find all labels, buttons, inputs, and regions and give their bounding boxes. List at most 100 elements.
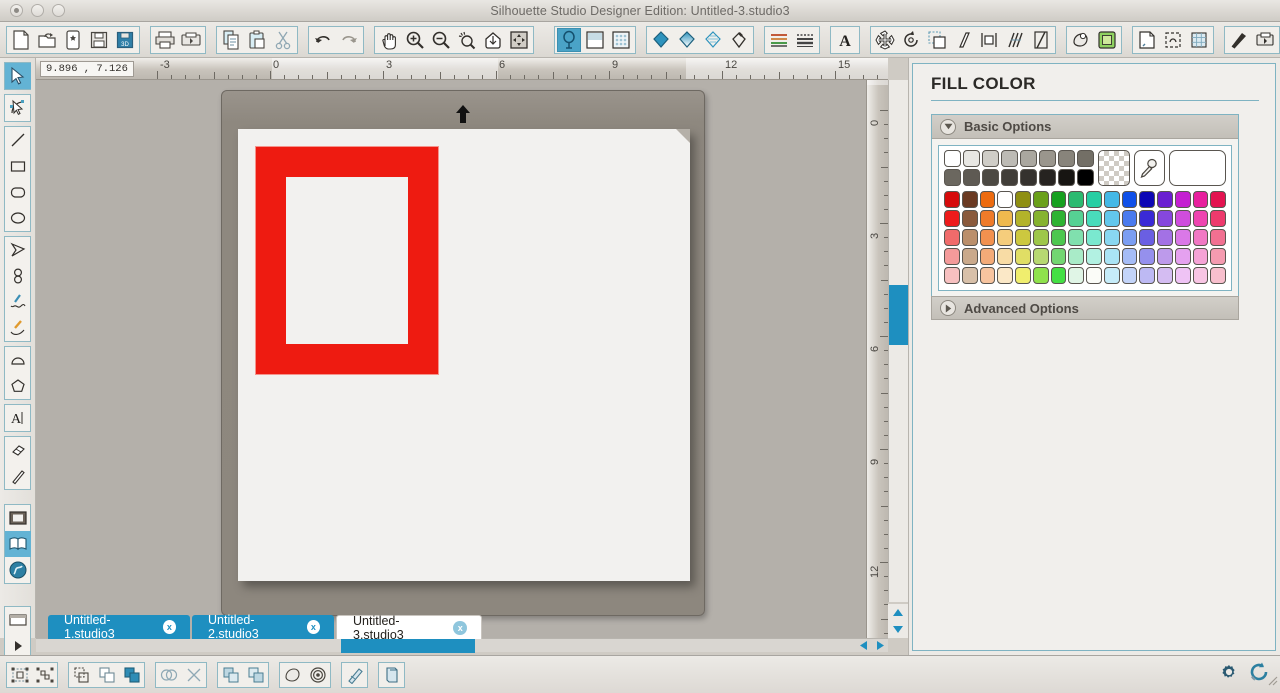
- line-tool-icon[interactable]: [5, 127, 31, 153]
- color-swatch[interactable]: [944, 210, 960, 227]
- color-swatch[interactable]: [1139, 229, 1155, 246]
- color-swatch[interactable]: [997, 210, 1013, 227]
- undo-icon[interactable]: [311, 28, 335, 52]
- redo-icon[interactable]: [337, 28, 361, 52]
- color-swatch[interactable]: [997, 248, 1013, 265]
- ellipse-tool-icon[interactable]: [5, 205, 31, 231]
- scroll-right-button[interactable]: [872, 638, 889, 652]
- nest-icon[interactable]: [1029, 28, 1053, 52]
- make-compound-path-icon[interactable]: [69, 663, 94, 687]
- color-swatch[interactable]: [1174, 191, 1191, 208]
- settings-gear-icon[interactable]: [1218, 661, 1240, 688]
- text-tool-icon[interactable]: A: [5, 405, 31, 431]
- new-document-icon[interactable]: [9, 28, 33, 52]
- color-swatch[interactable]: [1121, 210, 1138, 227]
- cut-settings-icon[interactable]: [583, 28, 607, 52]
- color-swatch[interactable]: [979, 229, 996, 246]
- color-swatch[interactable]: [1174, 229, 1191, 246]
- resize-grip[interactable]: [1264, 672, 1278, 691]
- color-swatch[interactable]: [1103, 210, 1120, 227]
- sketch-style-icon[interactable]: [793, 28, 817, 52]
- color-swatch[interactable]: [944, 229, 960, 246]
- color-swatch[interactable]: [961, 191, 978, 208]
- color-swatch[interactable]: [979, 210, 996, 227]
- color-swatch[interactable]: [944, 267, 960, 284]
- zoom-selection-icon[interactable]: [455, 28, 479, 52]
- color-swatch[interactable]: [997, 191, 1013, 208]
- color-swatch[interactable]: [1192, 210, 1209, 227]
- color-swatch[interactable]: [1068, 248, 1084, 265]
- color-swatch[interactable]: [1020, 169, 1037, 186]
- line-color-icon[interactable]: [727, 28, 751, 52]
- scale-icon[interactable]: [925, 28, 949, 52]
- color-swatch[interactable]: [1210, 229, 1226, 246]
- color-swatch[interactable]: [963, 150, 980, 167]
- smooth-freehand-tool-icon[interactable]: [5, 315, 31, 341]
- rounded-rectangle-tool-icon[interactable]: [5, 179, 31, 205]
- color-swatch[interactable]: [1192, 229, 1209, 246]
- shear-icon[interactable]: [951, 28, 975, 52]
- color-swatch[interactable]: [1039, 150, 1056, 167]
- cut-scissors-icon[interactable]: [271, 28, 295, 52]
- horizontal-ruler[interactable]: 9.896 , 7.126 -3 0 3 6 9 12 15: [36, 58, 888, 80]
- offset-shape-icon[interactable]: [280, 663, 305, 687]
- knife-icon[interactable]: [1227, 28, 1251, 52]
- color-swatch[interactable]: [1121, 229, 1138, 246]
- color-swatch[interactable]: [963, 169, 980, 186]
- offset-icon[interactable]: [1095, 28, 1119, 52]
- move-icon[interactable]: [873, 28, 897, 52]
- scroll-left-button[interactable]: [855, 638, 872, 652]
- scroll-up-button[interactable]: [888, 604, 908, 621]
- color-swatch[interactable]: [1050, 229, 1067, 246]
- select-arrow-icon[interactable]: [5, 63, 31, 89]
- color-swatch[interactable]: [944, 248, 960, 265]
- color-swatch[interactable]: [1077, 150, 1094, 167]
- ungroup-icon[interactable]: [32, 663, 57, 687]
- internal-offset-icon[interactable]: [305, 663, 330, 687]
- align-icon[interactable]: [977, 28, 1001, 52]
- color-swatch[interactable]: [1015, 210, 1031, 227]
- curve-tool-icon[interactable]: [5, 263, 31, 289]
- color-swatch[interactable]: [961, 210, 978, 227]
- color-swatch[interactable]: [997, 267, 1013, 284]
- design-canvas[interactable]: [36, 80, 866, 638]
- color-swatch[interactable]: [1086, 267, 1102, 284]
- color-swatch[interactable]: [1174, 248, 1191, 265]
- color-swatch[interactable]: [1001, 150, 1018, 167]
- color-swatch[interactable]: [961, 267, 978, 284]
- fit-to-window-icon[interactable]: [507, 28, 531, 52]
- sketch-pen-icon[interactable]: [342, 663, 367, 687]
- tab-untitled-2[interactable]: Untitled-2.studio3 x: [192, 613, 334, 641]
- paste-icon[interactable]: [245, 28, 269, 52]
- color-swatch[interactable]: [1157, 267, 1173, 284]
- color-swatch[interactable]: [1103, 267, 1120, 284]
- send-view-icon[interactable]: [5, 607, 31, 633]
- store-view-icon[interactable]: [5, 557, 31, 583]
- design-page-icon[interactable]: [557, 27, 581, 52]
- color-swatch[interactable]: [1015, 229, 1031, 246]
- vertical-scrollbar[interactable]: [888, 80, 909, 602]
- basic-options-header[interactable]: Basic Options: [932, 115, 1238, 139]
- color-swatch[interactable]: [1058, 150, 1075, 167]
- eraser-tool-icon[interactable]: [5, 437, 31, 463]
- zoom-out-icon[interactable]: [429, 28, 453, 52]
- rotate-icon[interactable]: [899, 28, 923, 52]
- color-swatch[interactable]: [944, 191, 960, 208]
- vertical-ruler[interactable]: 0 3 6 9 12: [866, 80, 888, 638]
- zoom-in-icon[interactable]: [403, 28, 427, 52]
- pan-hand-icon[interactable]: [377, 28, 401, 52]
- tab-untitled-3[interactable]: Untitled-3.studio3 x: [336, 614, 482, 642]
- color-swatch[interactable]: [1050, 191, 1067, 208]
- color-swatch[interactable]: [1157, 248, 1173, 265]
- color-swatch[interactable]: [1086, 248, 1102, 265]
- rectangle-tool-icon[interactable]: [5, 153, 31, 179]
- color-swatch[interactable]: [1015, 267, 1031, 284]
- fill-gradient-icon[interactable]: [675, 28, 699, 52]
- save-icon[interactable]: [87, 28, 111, 52]
- trace-icon[interactable]: [1161, 28, 1185, 52]
- scroll-down-button[interactable]: [888, 621, 908, 638]
- color-swatch[interactable]: [1032, 210, 1049, 227]
- current-color-swatch[interactable]: [1169, 150, 1227, 186]
- grid-icon[interactable]: [1187, 28, 1211, 52]
- edit-points-icon[interactable]: [5, 95, 31, 121]
